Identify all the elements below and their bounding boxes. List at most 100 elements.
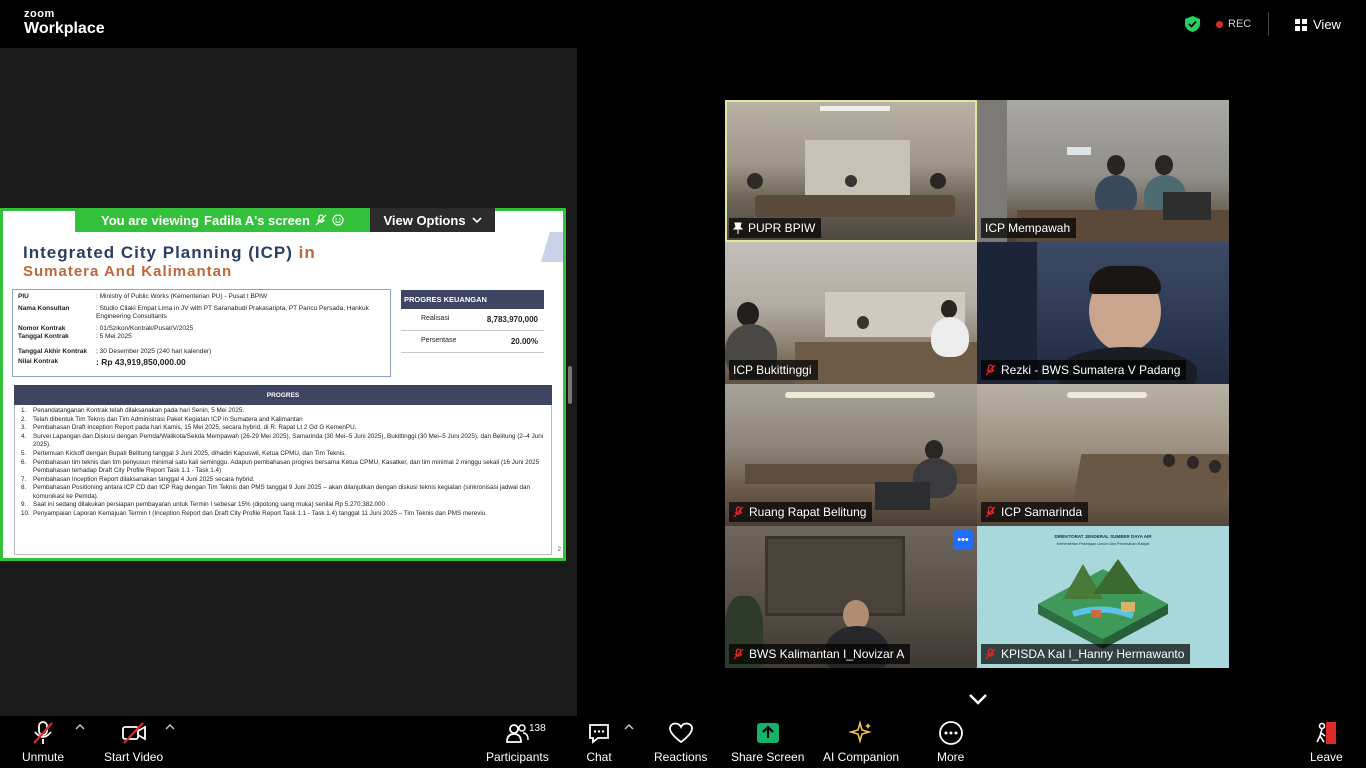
more-options-button[interactable]: ••• [953,530,973,550]
mic-muted-icon [733,648,744,660]
list-item: 4. Survei Lapangan dan Diskusi dengan Pem… [21,433,544,449]
info-row: Nama Konsultan: Studio Cilaki Empat Lima… [18,304,369,321]
info-row: PIU: Ministry of Public Works (Kementeri… [18,293,268,300]
tile-banner-title: DIREKTORAT JENDERAL SUMBER DAYA AIR [1054,534,1152,539]
share-screen-label: Share Screen [731,750,805,764]
tile-banner-subtitle: Kementerian Pekerjaan Umum dan Perumahan… [1056,542,1150,546]
participant-label: ICP Bukittinggi [729,360,818,380]
logo-line1: zoom [24,8,55,20]
chat-button[interactable]: Chat [586,720,612,764]
participant-head [941,300,957,318]
view-button[interactable]: View [1295,17,1341,32]
list-item: 7. Pembahasan Inception Report dilaksanak… [21,475,255,483]
table [1072,454,1229,504]
participant-head [1187,456,1199,469]
start-video-button[interactable]: Start Video [104,720,163,764]
logo-line2: Workplace [24,20,105,37]
video-tile[interactable]: Rezki - BWS Sumatera V Padang [977,242,1229,384]
list-item: 2. Telah dibentuk Tim Teknis dan Tim Admi… [21,415,303,423]
chat-label: Chat [586,750,612,764]
finance-progress-box: PROGRES KEUANGAN Realisasi 8,783,970,000 … [401,290,544,353]
participant-head [925,440,943,460]
participant-label: Rezki - BWS Sumatera V Padang [981,360,1187,380]
view-options-label: View Options [383,212,466,228]
participant-body [1095,175,1137,215]
chevron-up-icon[interactable] [165,723,175,731]
view-label: View [1313,17,1341,32]
chat-icon [589,724,609,744]
participant-label: PUPR BPIW [729,218,822,238]
viewing-prefix: You are viewing [101,212,200,228]
participant-head [747,173,763,189]
shared-screen-panel: You are viewing Fadila A's screen View O… [0,48,577,716]
chevron-down-icon[interactable] [968,692,988,706]
unmute-button[interactable]: Unmute [22,720,64,764]
sparkle-icon [848,720,872,744]
video-tile[interactable]: ICP Samarinda [977,384,1229,526]
video-tile[interactable]: ••• BWS Kalimantan I_Novizar A [725,526,977,668]
list-item: 1. Penandatanganan Kontrak telah dilaksan… [21,407,245,414]
reactions-button[interactable]: Reactions [654,720,707,764]
chevron-up-icon[interactable] [624,723,634,731]
participant-head [1107,155,1125,175]
progres-list: 1. Penandatanganan Kontrak telah dilaksan… [14,405,552,555]
presenter-name: Fadila A's screen [204,212,310,228]
participant-head [1163,454,1175,467]
zoom-logo: zoom Workplace [24,9,105,37]
video-tile[interactable]: PUPR BPIW [725,100,977,242]
video-tile[interactable]: Ruang Rapat Belitung [725,384,977,526]
finance-row: Realisasi 8,783,970,000 [401,309,544,331]
view-options-button[interactable]: View Options [370,208,495,232]
more-button[interactable]: More [937,720,964,764]
landscape-illustration-icon [1038,559,1168,649]
list-item: 3. Pembahasan Draft Inception Report pada… [21,424,357,432]
rec-label: REC [1228,18,1252,30]
video-tile[interactable]: ICP Mempawah [977,100,1229,242]
participant-label: Ruang Rapat Belitung [729,502,873,522]
slide-title: Integrated City Planning (ICP) in [23,243,316,263]
participant-hair [1089,266,1161,294]
recording-indicator[interactable]: REC [1216,18,1251,30]
video-tile[interactable]: DIREKTORAT JENDERAL SUMBER DAYA AIR Keme… [977,526,1229,668]
leave-label: Leave [1310,750,1343,764]
mic-muted-icon [33,721,53,744]
more-icon [938,721,963,745]
list-item: 10. Penyampaian Laporan Kemajuan Termin I… [21,509,488,517]
participants-icon [506,724,530,743]
participants-count: 138 [529,723,546,734]
share-screen-button[interactable]: Share Screen [731,720,804,764]
participant-head [1209,460,1221,473]
ai-companion-button[interactable]: AI Companion [823,720,899,764]
leave-icon [1316,722,1337,744]
pin-icon [733,222,743,234]
top-bar: zoom Workplace REC View [0,0,1366,48]
participants-label: Participants [486,750,549,764]
participant-label: BWS Kalimantan I_Novizar A [729,644,911,664]
room-window [805,140,910,195]
info-row: Tanggal Akhir Kontrak: 30 Desember 2025 … [18,347,212,355]
split-resize-handle[interactable] [568,366,572,404]
divider [1268,12,1269,36]
leave-button[interactable]: Leave [1310,720,1343,764]
mic-muted-icon [985,506,996,518]
slide-title-main: Integrated City Planning (ICP) [23,243,293,262]
participant-label: ICP Mempawah [981,218,1077,238]
progres-header: PROGRES [14,385,552,405]
list-item: 6. Pembahasan tim teknis dan tim penyusun… [21,458,540,474]
presentation-slide: Integrated City Planning (ICP) in Sumate… [6,232,563,558]
laptop [1163,192,1211,220]
mic-muted-icon [985,648,996,660]
participant-label: KPISDA Kal I_Hanny Hermawanto [981,644,1191,664]
list-item: 9. Saat ini sedang dilakukan persiapan pe… [21,501,386,509]
participant-head [857,316,869,329]
shield-check-icon[interactable] [1185,16,1200,32]
list-item: 5. Pertemuan Kickoff dengan Bupati Belitu… [21,450,347,458]
video-tile[interactable]: ICP Bukittinggi [725,242,977,384]
table [755,195,955,217]
share-screen-icon [756,723,779,743]
meeting-toolbar: Unmute Start Video Participants 138 Chat [0,716,1366,768]
chevron-up-icon[interactable] [75,723,85,731]
info-row: Tanggal Kontrak: 5 Mei 2025 [18,333,132,340]
contract-info-box: PIU: Ministry of Public Works (Kementeri… [12,289,391,377]
shared-screen[interactable]: You are viewing Fadila A's screen View O… [0,208,566,561]
